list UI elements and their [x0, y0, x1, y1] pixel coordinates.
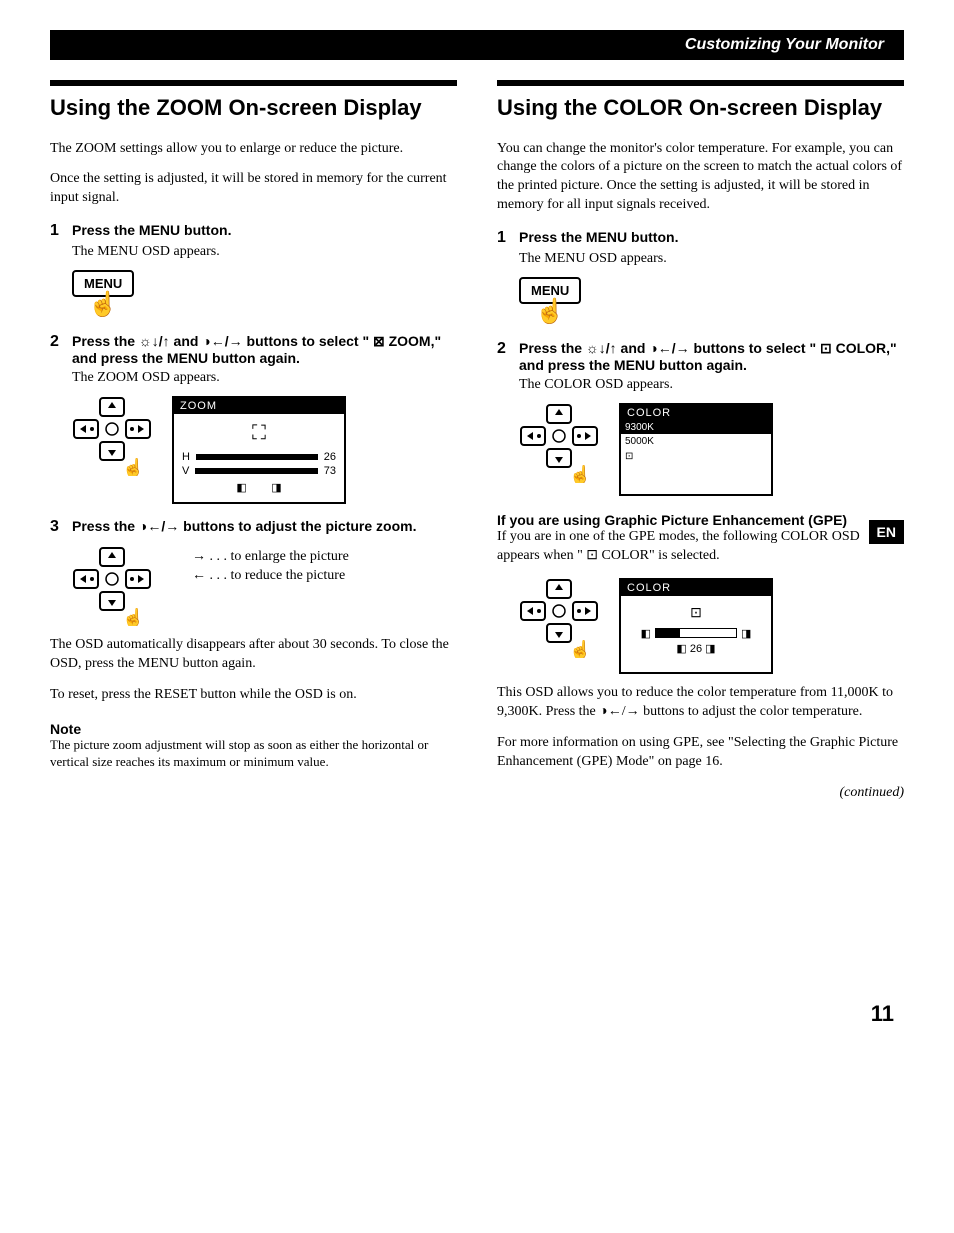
navigation-pad-illustration: ☝ — [72, 396, 152, 476]
h-value: 26 — [324, 451, 336, 463]
gpe-icon: ⊡ — [629, 604, 763, 621]
step-title: Press the MENU button. — [72, 222, 231, 238]
reduce-definition: ← . . . to reduce the picture — [192, 568, 349, 584]
selected-temp: 9300K — [621, 421, 771, 434]
note-body: The picture zoom adjustment will stop as… — [50, 737, 457, 771]
menu-button-illustration: MENU ☝ — [519, 277, 904, 324]
step-title: Press the MENU button. — [519, 229, 678, 245]
navigation-pad-illustration: ☝ — [519, 578, 599, 658]
step-title: Press the ◑←/→ buttons to adjust the pic… — [72, 518, 416, 534]
color-osd-box: COLOR 9300K 5000K ⊡ — [619, 403, 773, 496]
gpe-body: If you are in one of the GPE modes, the … — [497, 528, 904, 566]
osd-title: COLOR — [621, 580, 771, 596]
step-number: 1 — [497, 229, 519, 247]
note-heading: Note — [50, 721, 457, 737]
step-title: Press the ☼↓/↑ and ◑←/→ buttons to selec… — [519, 340, 904, 373]
heading-rule — [50, 80, 457, 86]
v-label: V — [182, 465, 189, 477]
color-heading: Using the COLOR On-screen Display — [497, 94, 904, 122]
step-body: The MENU OSD appears. — [519, 251, 904, 267]
zoom-heading: Using the ZOOM On-screen Display — [50, 94, 457, 122]
zoom-osd-box: ZOOM ⛶ H 26 V 73 ◧ ◨ — [172, 396, 346, 504]
svg-text:☝: ☝ — [122, 607, 144, 626]
body-text: For more information on using GPE, see "… — [497, 734, 904, 772]
zoom-intro-1: The ZOOM settings allow you to enlarge o… — [50, 140, 457, 159]
navigation-pad-illustration: ☝ — [519, 403, 599, 483]
svg-text:☝: ☝ — [569, 639, 591, 658]
v-value: 73 — [324, 465, 336, 477]
step-number: 2 — [497, 340, 519, 358]
zoom-intro-2: Once the setting is adjusted, it will be… — [50, 170, 457, 208]
gpe-osd-box: COLOR ⊡ ◧ ◨ ◧ 26 ◨ — [619, 578, 773, 674]
h-label: H — [182, 451, 190, 463]
step-body: The COLOR OSD appears. — [519, 377, 904, 393]
body-text: This OSD allows you to reduce the color … — [497, 684, 904, 722]
osd-title: COLOR — [621, 405, 771, 421]
page-number: 11 — [50, 1001, 904, 1027]
step-number: 2 — [50, 333, 72, 351]
hand-icon: ☝ — [88, 293, 457, 317]
osd-title: ZOOM — [174, 398, 344, 414]
section-header: Customizing Your Monitor — [50, 30, 904, 60]
enlarge-definition: → . . . to enlarge the picture — [192, 549, 349, 565]
step-number: 3 — [50, 518, 72, 536]
gpe-value: 26 — [690, 643, 702, 655]
body-text: To reset, press the RESET button while t… — [50, 686, 457, 705]
svg-text:☝: ☝ — [122, 457, 144, 476]
right-column: Using the COLOR On-screen Display You ca… — [497, 80, 904, 801]
step-body: The MENU OSD appears. — [72, 244, 457, 260]
language-tab: EN — [869, 520, 904, 544]
menu-button-illustration: MENU ☝ — [72, 270, 457, 317]
zoom-icon: ⛶ — [182, 422, 336, 445]
hand-icon: ☝ — [535, 300, 904, 324]
color-intro: You can change the monitor's color tempe… — [497, 140, 904, 216]
temp-option: 5000K — [621, 434, 771, 449]
temp-option: ⊡ — [621, 449, 771, 464]
body-text: The OSD automatically disappears after a… — [50, 636, 457, 674]
left-column: Using the ZOOM On-screen Display The ZOO… — [50, 80, 457, 801]
heading-rule — [497, 80, 904, 86]
step-body: The ZOOM OSD appears. — [72, 370, 457, 386]
gpe-heading: If you are using Graphic Picture Enhance… — [497, 512, 904, 528]
navigation-pad-illustration: ☝ — [72, 546, 152, 626]
step-title: Press the ☼↓/↑ and ◑←/→ buttons to selec… — [72, 333, 457, 366]
svg-text:☝: ☝ — [569, 464, 591, 483]
step-number: 1 — [50, 222, 72, 240]
continued-label: (continued) — [497, 785, 904, 801]
